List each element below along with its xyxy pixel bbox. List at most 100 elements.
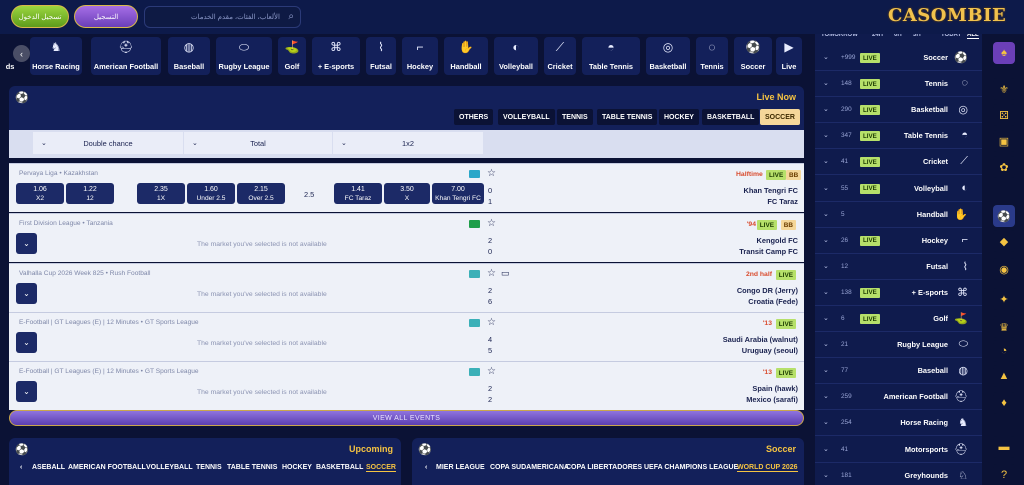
event-row[interactable]: First Division League • Tanzania ☆ ⌄ The ma…	[9, 213, 804, 262]
sports-list-item-tennis[interactable]: ⌄ 148 LIVE Tennis ◌	[815, 71, 982, 98]
time-tab-all[interactable]: ALL	[967, 34, 979, 39]
sports-list-item-futsal[interactable]: ⌄ 12 Futsal ⌇	[815, 254, 982, 280]
odds-button[interactable]: 2.35 1X	[137, 183, 185, 204]
tent-icon[interactable]: ▲	[993, 365, 1015, 387]
gem-icon[interactable]: ♦	[993, 392, 1015, 414]
sport-tile-handball[interactable]: ✋ Handball	[444, 37, 488, 75]
event-row[interactable]: E-Football | GT Leagues (E) | 12 Minutes…	[9, 312, 804, 361]
time-tab-today[interactable]: TODAY	[941, 34, 961, 38]
register-button[interactable]: التسجيل	[74, 5, 138, 28]
trophy-icon[interactable]: ♛	[993, 316, 1015, 338]
market-total[interactable]: ⌄ Total	[184, 132, 332, 154]
upcoming-tab-american-football[interactable]: AMERICAN FOOTBALL	[68, 464, 146, 471]
sports-list-item-motorsports[interactable]: ⌄ 41 Motorsports ⛑	[815, 437, 982, 463]
sports-list-item-greyhounds[interactable]: ⌄ 181 Greyhounds ♘	[815, 463, 982, 485]
sports-list-item-baseball[interactable]: ⌄ 77 Baseball ◍	[815, 358, 982, 385]
upcoming-tab-table-tennis[interactable]: TABLE TENNIS	[227, 464, 277, 471]
upcoming-tab-aseball[interactable]: ASEBALL	[32, 464, 65, 471]
sport-tile-tennis[interactable]: ◌ Tennis	[696, 37, 728, 75]
cards-icon[interactable]: ◆	[993, 230, 1015, 252]
gift-icon[interactable]: ✦	[993, 288, 1015, 310]
tab-others[interactable]: OTHERS	[454, 109, 494, 125]
sports-list-item-handball[interactable]: ⌄ 5 Handball ✋	[815, 202, 982, 228]
sport-tile-table-tennis[interactable]: ◓ Table Tennis	[582, 37, 640, 75]
event-row[interactable]: E-Football | GT Leagues (E) | 12 Minutes…	[9, 361, 804, 410]
casino-icon[interactable]: ♠	[993, 42, 1015, 64]
soccer-tab-mier-league[interactable]: MIER LEAGUE	[436, 464, 485, 471]
sports-list-item-volleyball[interactable]: ⌄ 55 LIVE Volleyball ◐	[815, 176, 982, 202]
chevron-left-icon[interactable]: ‹	[425, 464, 427, 471]
sports-list-item-american-football[interactable]: ⌄ 259 American Football ⛑	[815, 384, 982, 411]
soccer-icon[interactable]: ⚽	[993, 205, 1015, 227]
sport-tile-volleyball[interactable]: ◐ Volleyball	[494, 37, 538, 75]
odds-button[interactable]: 1.60 Under 2.5	[187, 183, 235, 204]
sport-tile-cricket[interactable]: ⟋ Cricket	[544, 37, 576, 75]
sport-tile-futsal[interactable]: ⌇ Futsal	[366, 37, 396, 75]
soccer-tab-world-cup-2026[interactable]: WORLD CUP 2026	[737, 464, 798, 472]
sport-tile-live[interactable]: ▶ Live	[776, 37, 802, 75]
time-tab-6h[interactable]: 6H	[894, 34, 902, 38]
star-icon[interactable]: ☆	[487, 268, 496, 279]
sport-tile-horse-racing[interactable]: ♞ Horse Racing	[30, 37, 82, 75]
odds-button[interactable]: 1.22 12	[66, 183, 114, 204]
sport-tile-rugby-league[interactable]: ⬭ Rugby League	[216, 37, 272, 75]
view-all-events-button[interactable]: VIEW ALL EVENTS	[9, 410, 804, 426]
star-icon[interactable]: ☆	[487, 168, 496, 179]
odds-button[interactable]: 1.06 X2	[16, 183, 64, 204]
sports-list-item-hockey[interactable]: ⌄ 26 LIVE Hockey ⌐	[815, 228, 982, 254]
sports-list-item-cricket[interactable]: ⌄ 41 LIVE Cricket ⟋	[815, 149, 982, 176]
dice-icon[interactable]: ⚄	[993, 104, 1015, 126]
sport-tile-basketball[interactable]: ◎ Basketball	[646, 37, 690, 75]
tab-basketball[interactable]: BASKETBALL	[702, 109, 760, 125]
sports-list-item-horse-racing[interactable]: ⌄ 254 Horse Racing ♞	[815, 410, 982, 437]
sports-list-item-basketball[interactable]: ⌄ 290 LIVE Basketball ◎	[815, 97, 982, 124]
expand-button[interactable]: ⌄	[16, 283, 37, 304]
tab-table-tennis[interactable]: TABLE TENNIS	[597, 109, 658, 125]
chevron-left-icon[interactable]: ‹	[20, 464, 22, 471]
sport-tile-soccer[interactable]: ⚽ Soccer	[734, 37, 772, 75]
tab-volleyball[interactable]: VOLLEYBALL	[498, 109, 555, 125]
star-icon[interactable]: ☆	[487, 317, 496, 328]
search-input[interactable]: الألعاب، الفئات، مقدم الخدمات ⌕	[144, 6, 301, 28]
expand-button[interactable]: ⌄	[16, 381, 37, 402]
tab-hockey[interactable]: HOCKEY	[659, 109, 699, 125]
time-tab-3h[interactable]: 3H	[913, 34, 921, 38]
sports-list-item--e-sports[interactable]: ⌄ 138 LIVE + E-sports ⌘	[815, 280, 982, 306]
sport-tile-golf[interactable]: ⛳ Golf	[278, 37, 306, 75]
time-tab-tomorrow[interactable]: TOMORROW	[821, 34, 858, 38]
tv-icon[interactable]: ▭	[501, 268, 510, 279]
soccer-tab-copa-libertadores[interactable]: COPA LIBERTADORES	[566, 464, 642, 471]
soccer-tab-copa-sudamericana[interactable]: COPA SUDAMERICANA	[490, 464, 569, 471]
sport-tile-hockey[interactable]: ⌐ Hockey	[402, 37, 438, 75]
star-icon[interactable]: ☆	[487, 366, 496, 377]
sport-tile--e-sports[interactable]: ⌘ + E-sports	[312, 37, 360, 75]
market-double-chance[interactable]: ⌄ Double chance	[33, 132, 183, 154]
star-icon[interactable]: ☆	[487, 218, 496, 229]
event-row[interactable]: Valhalla Cup 2026 Week 825 • Rush Footba…	[9, 263, 804, 312]
flower-icon[interactable]: ✿	[993, 156, 1015, 178]
chevron-left-icon[interactable]: ‹	[13, 45, 30, 62]
sports-list-item-rugby-league[interactable]: ⌄ 21 Rugby League ⬭	[815, 332, 982, 359]
chest-icon[interactable]: ▣	[993, 130, 1015, 152]
upcoming-tab-hockey[interactable]: HOCKEY	[282, 464, 312, 471]
upcoming-tab-soccer[interactable]: SOCCER	[366, 464, 396, 472]
upcoming-tab-volleyball[interactable]: VOLLEYBALL	[146, 464, 193, 471]
sport-tile-baseball[interactable]: ◍ Baseball	[168, 37, 210, 75]
odds-button[interactable]: 2.15 Over 2.5	[237, 183, 285, 204]
sport-tile-american-football[interactable]: ⛑ American Football	[91, 37, 161, 75]
expand-button[interactable]: ⌄	[16, 233, 37, 254]
upcoming-tab-basketball[interactable]: BASKETBALL	[316, 464, 363, 471]
odds-button[interactable]: 1.41 FC Taraz	[334, 183, 382, 204]
expand-button[interactable]: ⌄	[16, 332, 37, 353]
site-logo[interactable]: CASOMBIE	[888, 5, 1006, 26]
help-icon[interactable]: ?	[993, 464, 1015, 485]
pacman-icon[interactable]: ◔	[993, 340, 1015, 362]
tab-soccer[interactable]: SOCCER	[760, 109, 800, 125]
upcoming-tab-tennis[interactable]: TENNIS	[196, 464, 222, 471]
tab-tennis[interactable]: TENNIS	[557, 109, 593, 125]
market-1x2[interactable]: ⌄ 1x2	[333, 132, 483, 154]
game-icon[interactable]: ◉	[993, 258, 1015, 280]
sports-list-item-soccer[interactable]: ⌄ +999 LIVE Soccer ⚽	[815, 45, 982, 71]
flag-icon[interactable]: ▬	[993, 436, 1015, 458]
odds-button[interactable]: 7.00 Khan Tengri FC	[432, 183, 484, 204]
